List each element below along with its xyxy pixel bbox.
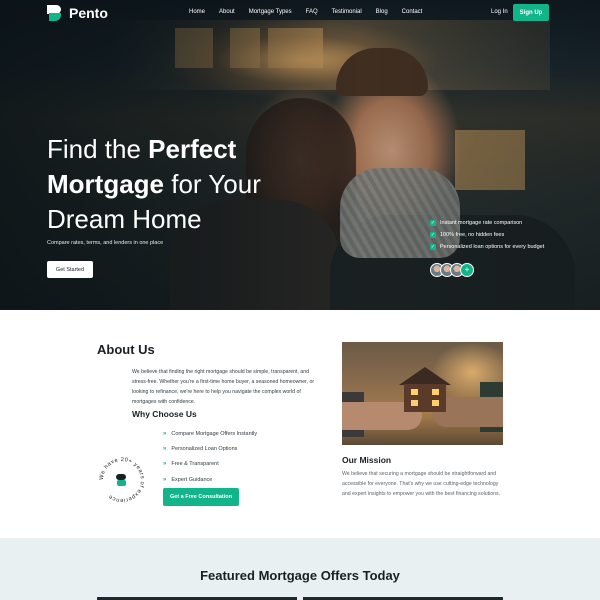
chevron-right-icon: »: [163, 430, 167, 437]
nav-link-testimonial[interactable]: Testimonial: [332, 9, 362, 15]
reasons-list: » Compare Mortgage Offers Instantly » Pers…: [163, 426, 257, 487]
check-icon: ✓: [430, 220, 436, 226]
featured-title-rest: Mortgage Offers Today: [254, 568, 400, 583]
chevron-right-icon: »: [163, 461, 167, 468]
hero-section: Pento Home About Mortgage Types FAQ Test…: [0, 0, 600, 310]
nav-link-contact[interactable]: Contact: [402, 9, 423, 15]
nav-link-faq[interactable]: FAQ: [306, 9, 318, 15]
logo-icon: [116, 474, 126, 486]
feature-text: Instant mortgage rate comparison: [440, 220, 523, 226]
hero-title-part: for Your: [164, 169, 261, 199]
logo-icon: [47, 5, 65, 21]
top-navigation: Pento Home About Mortgage Types FAQ Test…: [0, 0, 600, 28]
hero-title-part: Dream Home: [47, 204, 202, 234]
feature-item: ✓ Instant mortgage rate comparison: [430, 220, 544, 226]
house-model-icon: [399, 367, 451, 412]
logo-text: Pento: [69, 5, 108, 21]
nav-link-mortgage-types[interactable]: Mortgage Types: [249, 9, 292, 15]
hero-feature-list: ✓ Instant mortgage rate comparison ✓ 100% …: [430, 220, 544, 256]
feature-text: 100% free, no hidden fees: [440, 232, 505, 238]
check-icon: ✓: [430, 244, 436, 250]
feature-text: Personalized loan options for every budg…: [440, 244, 545, 250]
list-item: » Expert Guidance: [163, 472, 257, 487]
nav-link-blog[interactable]: Blog: [376, 9, 388, 15]
nav-link-about[interactable]: About: [219, 9, 235, 15]
mission-text: We believe that securing a mortgage shou…: [342, 471, 501, 497]
get-started-button[interactable]: Get Started: [47, 261, 93, 278]
featured-title-bold: Featured: [200, 568, 255, 583]
why-choose-title: Why Choose Us: [132, 409, 197, 419]
chevron-right-icon: »: [163, 476, 167, 483]
nav-link-home[interactable]: Home: [189, 9, 205, 15]
reason-text: Expert Guidance: [171, 476, 213, 483]
reason-text: Compare Mortgage Offers Instantly: [171, 430, 258, 437]
signup-button[interactable]: Sign Up: [513, 4, 549, 21]
plus-icon[interactable]: +: [460, 263, 474, 277]
hero-title-part: Find the: [47, 134, 149, 164]
about-title-rest: Us: [134, 342, 155, 357]
hero-title-bold: Perfect: [148, 134, 237, 164]
about-title-bold: About: [97, 342, 135, 357]
list-item: » Free & Transparent: [163, 457, 257, 472]
hero-title-bold: Mortgage: [47, 169, 164, 199]
feature-item: ✓ Personalized loan options for every bud…: [430, 244, 544, 250]
reason-text: Personalized Loan Options: [171, 445, 238, 452]
experience-badge: We have 20+ years of experience: [99, 457, 145, 503]
list-item: » Personalized Loan Options: [163, 441, 257, 456]
feature-item: ✓ 100% free, no hidden fees: [430, 232, 544, 238]
mission-title: Our Mission: [342, 455, 392, 465]
check-icon: ✓: [430, 232, 436, 238]
about-title: About Us: [97, 342, 155, 357]
logo[interactable]: Pento: [47, 5, 108, 21]
chevron-right-icon: »: [163, 445, 167, 452]
nav-links: Home About Mortgage Types FAQ Testimonia…: [189, 9, 436, 15]
customer-avatars: +: [430, 263, 474, 277]
about-text: We believe that finding the right mortga…: [132, 369, 315, 405]
mission-image: [342, 342, 503, 445]
featured-title: Featured Mortgage Offers Today: [0, 568, 600, 583]
hero-title: Find the Perfect Mortgage for Your Dream H…: [47, 132, 347, 237]
hero-subtitle: Compare rates, terms, and lenders in one…: [47, 240, 164, 246]
free-consultation-button[interactable]: Get a Free Consultation: [163, 488, 239, 506]
login-link[interactable]: Log In: [491, 9, 508, 15]
reason-text: Free & Transparent: [171, 461, 219, 468]
list-item: » Compare Mortgage Offers Instantly: [163, 426, 257, 441]
